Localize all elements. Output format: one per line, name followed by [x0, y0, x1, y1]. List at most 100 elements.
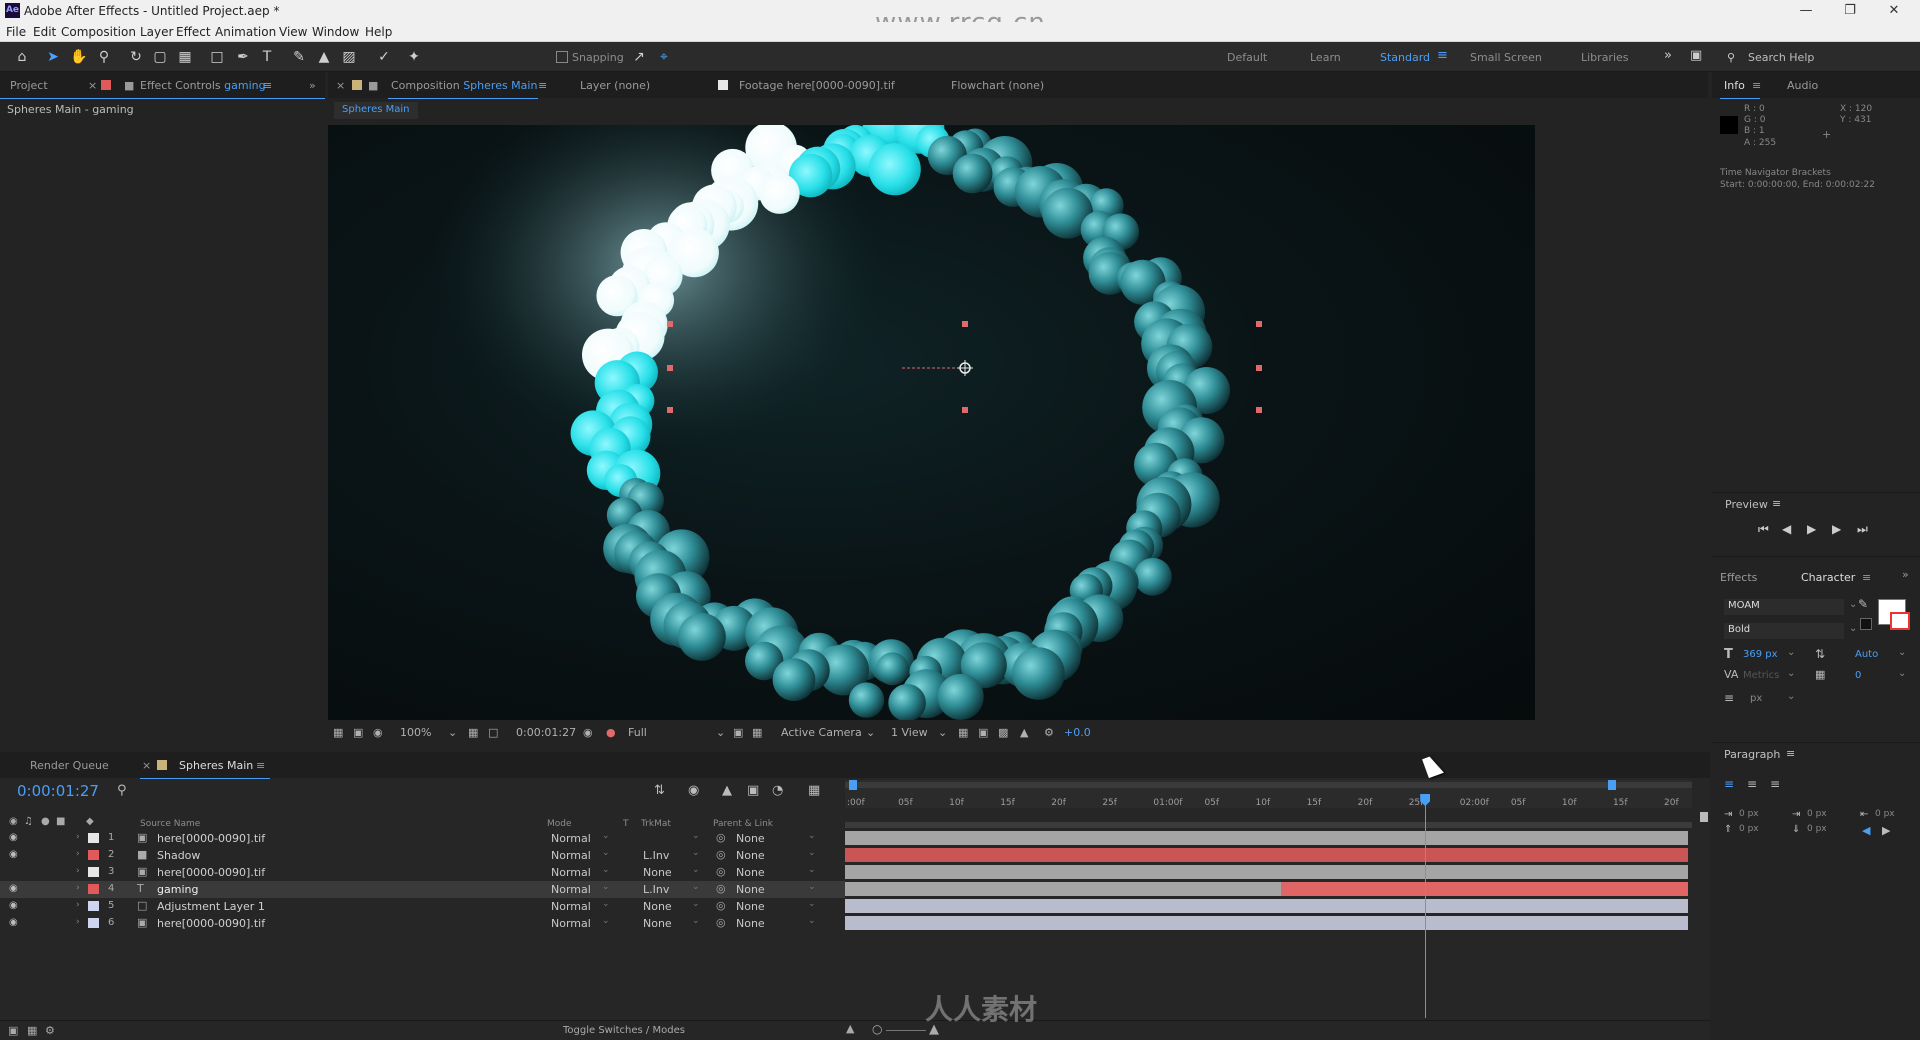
layer-row[interactable]: ◉ › 2 ■ Shadow Normal ⌄ L.Inv ⌄ ◎ None ⌄ — [0, 847, 845, 864]
snap-grid-icon[interactable]: ⌖ — [655, 48, 673, 66]
workspace-standard[interactable]: Standard — [1380, 51, 1430, 64]
chevron-down-icon[interactable]: ⌄ — [938, 726, 947, 739]
column-source-name[interactable]: Source Name — [140, 819, 200, 829]
expand-chevron-icon[interactable]: › — [76, 883, 80, 893]
eraser-tool-icon[interactable]: ▨ — [340, 48, 358, 66]
panel-menu-icon[interactable]: ≡ — [1772, 497, 1781, 510]
chevron-down-icon[interactable]: ⌄ — [1849, 623, 1857, 634]
snap-option-icon[interactable]: ↗ — [630, 48, 648, 66]
rotate-tool-icon[interactable]: ↻ — [127, 48, 145, 66]
chevron-down-icon[interactable]: ⌄ — [692, 882, 700, 892]
parent-dropdown[interactable]: None — [736, 917, 765, 930]
toggle-pixel-aspect-icon[interactable]: ▦ — [958, 726, 968, 739]
chevron-down-icon[interactable]: ⌄ — [1787, 668, 1795, 679]
tab-audio[interactable]: Audio — [1787, 79, 1818, 92]
graph-editor-icon[interactable]: ▦ — [808, 783, 820, 798]
layer-label-color[interactable] — [88, 884, 99, 894]
expand-chevron-icon[interactable]: › — [76, 866, 80, 876]
panel-overflow-icon[interactable]: » — [1902, 568, 1909, 581]
selection-tool-icon[interactable]: ➤ — [44, 48, 62, 66]
visibility-eye-icon[interactable]: ◉ — [9, 883, 18, 894]
layer-label-color[interactable] — [88, 918, 99, 928]
motion-blur-icon[interactable]: ◔ — [772, 783, 783, 798]
chevron-down-icon[interactable]: ⌄ — [602, 831, 610, 841]
layer-label-color[interactable] — [88, 833, 99, 843]
column-trkmat[interactable]: TrkMat — [641, 819, 671, 829]
hand-tool-icon[interactable]: ✋ — [70, 48, 88, 66]
chevron-down-icon[interactable]: ⌄ — [1849, 599, 1857, 610]
workspace-libraries[interactable]: Libraries — [1581, 51, 1629, 64]
column-mode[interactable]: Mode — [547, 819, 572, 829]
blend-mode-dropdown[interactable]: Normal — [551, 866, 591, 879]
layer-name[interactable]: here[0000-0090].tif — [157, 917, 265, 930]
expand-chevron-icon[interactable]: › — [76, 900, 80, 910]
parent-dropdown[interactable]: None — [736, 866, 765, 879]
tracking-field[interactable]: 0 — [1855, 670, 1861, 681]
layer-name[interactable]: gaming — [157, 883, 198, 896]
close-icon[interactable]: ✕ — [1874, 2, 1914, 20]
region-of-interest-icon[interactable]: ▣ — [733, 726, 743, 739]
transfer-controls-icon[interactable]: ▦ — [27, 1024, 37, 1037]
first-frame-icon[interactable]: ⏮ — [1758, 522, 1769, 537]
zoom-dropdown[interactable]: 100% — [400, 726, 431, 739]
menu-help[interactable]: Help — [365, 25, 392, 39]
visibility-eye-icon[interactable]: ◉ — [9, 917, 18, 928]
exposure-reset-icon[interactable]: ⚙ — [1044, 726, 1054, 739]
chevron-down-icon[interactable]: ⌄ — [808, 882, 816, 892]
blend-mode-dropdown[interactable]: Normal — [551, 917, 591, 930]
color-channel-icon[interactable]: ● — [606, 726, 616, 739]
tab-spheres-main[interactable]: Spheres Main — [179, 759, 253, 772]
workspace-small-screen[interactable]: Small Screen — [1470, 51, 1542, 64]
chevron-down-icon[interactable]: ⌄ — [1898, 647, 1906, 658]
zoom-slider-handle[interactable]: ○ — [872, 1022, 882, 1036]
menu-effect[interactable]: Effect — [176, 25, 211, 39]
column-t[interactable]: T — [623, 819, 629, 829]
menu-animation[interactable]: Animation — [215, 25, 276, 39]
work-area-bar[interactable] — [845, 782, 1692, 788]
chevron-down-icon[interactable]: ⌄ — [692, 865, 700, 875]
leading-field[interactable]: Auto — [1855, 649, 1878, 660]
transparency-grid-icon[interactable]: ▦ — [752, 726, 762, 739]
expand-chevron-icon[interactable]: › — [76, 832, 80, 842]
chevron-down-icon[interactable]: ⌄ — [808, 899, 816, 909]
zoom-tool-icon[interactable]: ⚲ — [95, 48, 113, 66]
chevron-down-icon[interactable]: ⌄ — [808, 848, 816, 858]
snapshot-icon[interactable]: ◉ — [583, 726, 593, 739]
safe-margins-icon[interactable]: □ — [488, 726, 498, 739]
visibility-eye-icon[interactable]: ◉ — [9, 900, 18, 911]
layer-row[interactable]: › 3 ▣ here[0000-0090].tif Normal ⌄ None … — [0, 864, 845, 881]
panel-overflow-icon[interactable]: » — [309, 79, 316, 92]
layer-duration-bar[interactable] — [845, 848, 1688, 862]
puppet-tool-icon[interactable]: ✦ — [405, 48, 423, 66]
chevron-down-icon[interactable]: ⌄ — [808, 865, 816, 875]
brush-tool-icon[interactable]: ✎ — [290, 48, 308, 66]
minimize-icon[interactable]: — — [1786, 2, 1826, 20]
last-frame-icon[interactable]: ⏭ — [1857, 522, 1868, 537]
blend-mode-dropdown[interactable]: Normal — [551, 900, 591, 913]
kerning-field[interactable]: Metrics — [1743, 670, 1779, 681]
panel-menu-icon[interactable]: ≡ — [1786, 747, 1795, 760]
parent-dropdown[interactable]: None — [736, 883, 765, 896]
panel-menu-icon[interactable]: ≡ — [1862, 571, 1871, 584]
layer-name[interactable]: here[0000-0090].tif — [157, 866, 265, 879]
font-family-dropdown[interactable]: MOAM — [1724, 599, 1844, 615]
toggle-switches-modes-button[interactable]: Toggle Switches / Modes — [563, 1025, 685, 1036]
chevron-down-icon[interactable]: ⌄ — [692, 848, 700, 858]
home-icon[interactable]: ⌂ — [13, 48, 31, 66]
layer-name[interactable]: Adjustment Layer 1 — [157, 900, 265, 913]
eyedropper-icon[interactable]: ✎ — [1858, 597, 1868, 611]
clone-stamp-tool-icon[interactable]: ▲ — [315, 48, 333, 66]
column-parent-link[interactable]: Parent & Link — [713, 819, 773, 829]
chevron-down-icon[interactable]: ⌄ — [602, 916, 610, 926]
align-left-icon[interactable]: ≡ — [1724, 777, 1734, 791]
layer-duration-bar[interactable] — [1281, 882, 1688, 896]
expand-chevron-icon[interactable]: › — [76, 849, 80, 859]
tab-close-icon[interactable]: × — [336, 79, 345, 92]
space-before-field[interactable]: 0 px — [1739, 824, 1759, 834]
draft-3d-icon[interactable]: ◉ — [688, 783, 699, 798]
comp-viewer[interactable] — [328, 125, 1535, 720]
menu-window[interactable]: Window — [312, 25, 359, 39]
pick-whip-icon[interactable]: ◎ — [716, 882, 726, 895]
parent-dropdown[interactable]: None — [736, 900, 765, 913]
camera-dropdown[interactable]: Active Camera — [781, 726, 862, 739]
